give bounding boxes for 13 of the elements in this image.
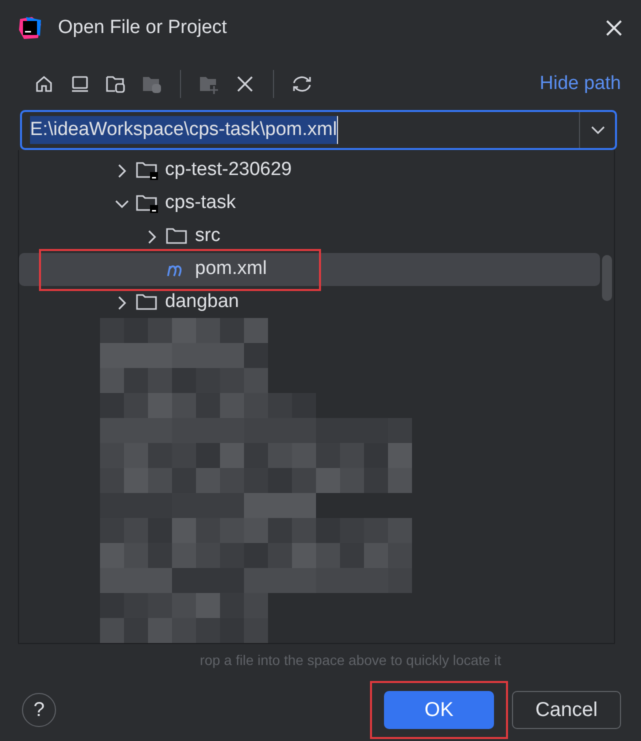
cancel-button[interactable]: Cancel bbox=[512, 691, 621, 729]
help-button[interactable]: ? bbox=[22, 693, 56, 727]
close-icon[interactable] bbox=[605, 19, 623, 37]
tree-item[interactable]: cps-task bbox=[19, 187, 600, 220]
window-title: Open File or Project bbox=[58, 16, 227, 40]
tree-item[interactable]: cp-test-230629 bbox=[19, 154, 600, 187]
scrollbar-thumb[interactable] bbox=[602, 255, 612, 301]
ok-button[interactable]: OK bbox=[384, 691, 494, 729]
path-field[interactable]: E:\ideaWorkspace\cps-task\pom.xml bbox=[20, 110, 617, 150]
hide-path-link[interactable]: Hide path bbox=[540, 70, 621, 98]
app-logo-icon bbox=[18, 16, 42, 40]
tree-item[interactable]: dangban bbox=[19, 286, 600, 319]
tree-item[interactable]: src bbox=[19, 220, 600, 253]
